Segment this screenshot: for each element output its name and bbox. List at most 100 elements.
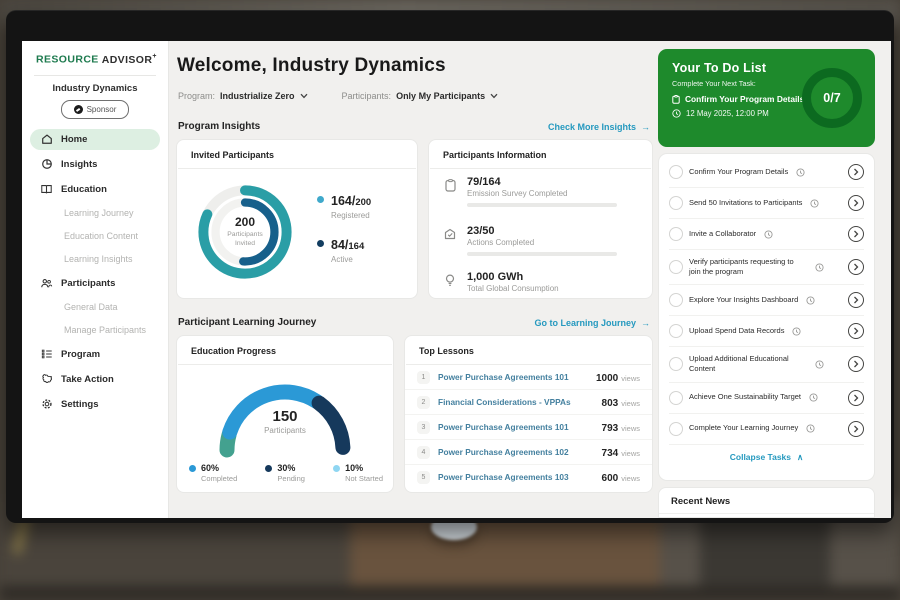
survey-icon: [441, 176, 459, 207]
invited-participants-card: Invited Participants 200 Participants In…: [176, 139, 418, 299]
stat-emission-survey: 79/164 Emission Survey Completed: [441, 176, 638, 207]
task-checkbox[interactable]: [669, 422, 683, 436]
sidebar-item-general-data[interactable]: General Data: [30, 298, 160, 317]
task-label: Upload Spend Data Records: [689, 326, 784, 336]
lesson-rank: 2: [417, 396, 430, 409]
sidebar-item-learning-journey[interactable]: Learning Journey: [30, 204, 160, 223]
nav-label: Insights: [61, 159, 97, 170]
task-open-button[interactable]: [848, 323, 864, 339]
clock-icon: [815, 263, 824, 272]
task-row[interactable]: Complete Your Learning Journey: [669, 414, 864, 445]
lesson-link[interactable]: Power Purchase Agreements 101: [438, 422, 594, 432]
sidebar: RESOURCEADVISOR+ Industry Dynamics Spons…: [22, 41, 169, 518]
participants-information-card: Participants Information 79/164 Emission…: [428, 139, 653, 299]
gear-icon: [40, 398, 53, 411]
task-row[interactable]: Verify participants requesting to join t…: [669, 250, 864, 285]
task-open-button[interactable]: [848, 195, 864, 211]
gauge-legend: 60%Completed 30%Pending 10%Not Started: [189, 463, 383, 483]
sponsor-badge[interactable]: Sponsor: [61, 100, 129, 119]
sidebar-item-home[interactable]: Home: [30, 129, 160, 150]
sidebar-item-take-action[interactable]: Take Action: [30, 369, 160, 390]
task-checkbox[interactable]: [669, 196, 683, 210]
sidebar-item-participants[interactable]: Participants: [30, 273, 160, 294]
clock-icon: [764, 230, 773, 239]
task-checkbox[interactable]: [669, 260, 683, 274]
task-checkbox[interactable]: [669, 357, 683, 371]
task-open-button[interactable]: [848, 164, 864, 180]
sponsor-icon: [74, 105, 83, 114]
go-to-learning-journey-link[interactable]: Go to Learning Journey →: [534, 318, 650, 328]
recent-news-card: Recent News: [658, 487, 875, 518]
task-row[interactable]: Confirm Your Program Details: [669, 157, 864, 188]
sidebar-item-learning-insights[interactable]: Learning Insights: [30, 250, 160, 269]
progress-bar: [467, 252, 617, 256]
task-open-button[interactable]: [848, 226, 864, 242]
task-row[interactable]: Upload Additional Educational Content: [669, 347, 864, 382]
clock-icon: [806, 424, 815, 433]
chevron-right-icon: [853, 296, 859, 304]
bulb-icon: [441, 271, 459, 293]
card-title: Education Progress: [177, 336, 393, 364]
sidebar-item-insights[interactable]: Insights: [30, 154, 160, 175]
sidebar-item-manage-participants[interactable]: Manage Participants: [30, 321, 160, 340]
participants-dropdown[interactable]: Participants: Only My Participants: [342, 91, 499, 101]
task-open-button[interactable]: [848, 356, 864, 372]
task-label: Upload Additional Educational Content: [689, 354, 807, 374]
lesson-row[interactable]: 3 Power Purchase Agreements 101 793views: [405, 415, 652, 440]
sidebar-nav: Home Insights Education Learning Journey…: [22, 129, 168, 415]
clock-icon: [815, 360, 824, 369]
sidebar-item-education-content[interactable]: Education Content: [30, 227, 160, 246]
task-checkbox[interactable]: [669, 293, 683, 307]
sidebar-item-education[interactable]: Education: [30, 179, 160, 200]
nav-label: Settings: [61, 399, 98, 410]
chevron-right-icon: [853, 168, 859, 176]
lesson-row[interactable]: 1 Power Purchase Agreements 101 1000view…: [405, 365, 652, 390]
chevron-right-icon: [853, 230, 859, 238]
logo-advisor: ADVISOR: [102, 54, 153, 66]
legend-label: Completed: [201, 474, 237, 483]
sidebar-item-settings[interactable]: Settings: [30, 394, 160, 415]
task-checkbox[interactable]: [669, 165, 683, 179]
collapse-tasks-link[interactable]: Collapse Tasks ∧: [669, 445, 864, 469]
stat-total-consumption: 1,000 GWh Total Global Consumption: [441, 271, 638, 293]
section-title: Participant Learning Journey: [178, 317, 316, 328]
clock-icon: [672, 109, 681, 118]
task-open-button[interactable]: [848, 292, 864, 308]
lesson-link[interactable]: Power Purchase Agreements 103: [438, 472, 594, 482]
lesson-rank: 5: [417, 471, 430, 484]
task-row[interactable]: Send 50 Invitations to Participants: [669, 188, 864, 219]
task-checkbox[interactable]: [669, 391, 683, 405]
task-open-button[interactable]: [848, 390, 864, 406]
participants-value: Only My Participants: [396, 91, 485, 101]
sponsor-label: Sponsor: [87, 105, 117, 114]
clock-icon: [806, 296, 815, 305]
task-checkbox[interactable]: [669, 227, 683, 241]
section-title: Program Insights: [178, 121, 260, 132]
task-row[interactable]: Upload Spend Data Records: [669, 316, 864, 347]
sidebar-item-program[interactable]: Program: [30, 344, 160, 365]
task-open-button[interactable]: [848, 421, 864, 437]
main-content: Welcome, Industry Dynamics Program: Indu…: [168, 41, 658, 518]
dashboard-screen: RESOURCEADVISOR+ Industry Dynamics Spons…: [22, 41, 891, 518]
stat-value: 23/50: [467, 225, 638, 237]
task-label: Send 50 Invitations to Participants: [689, 198, 802, 208]
legend-pending: 30%Pending: [265, 463, 305, 483]
task-row[interactable]: Explore Your Insights Dashboard: [669, 285, 864, 316]
task-open-button[interactable]: [848, 259, 864, 275]
task-row[interactable]: Invite a Collaborator: [669, 219, 864, 250]
task-checkbox[interactable]: [669, 324, 683, 338]
participants-icon: [40, 277, 53, 290]
lesson-row[interactable]: 4 Power Purchase Agreements 102 734views: [405, 440, 652, 465]
task-row[interactable]: Achieve One Sustainability Target: [669, 383, 864, 414]
check-more-insights-link[interactable]: Check More Insights →: [548, 122, 650, 132]
lesson-link[interactable]: Power Purchase Agreements 101: [438, 372, 588, 382]
participants-label: Participants:: [342, 91, 392, 101]
nav-label: Participants: [61, 278, 115, 289]
chevron-right-icon: [853, 394, 859, 402]
lesson-row[interactable]: 2 Financial Considerations - VPPAs 803vi…: [405, 390, 652, 415]
lesson-link[interactable]: Financial Considerations - VPPAs: [438, 397, 594, 407]
program-dropdown[interactable]: Program: Industrialize Zero: [178, 91, 308, 101]
lesson-link[interactable]: Power Purchase Agreements 102: [438, 447, 594, 457]
sidebar-divider: [34, 75, 156, 76]
lesson-row[interactable]: 5 Power Purchase Agreements 103 600views: [405, 465, 652, 489]
